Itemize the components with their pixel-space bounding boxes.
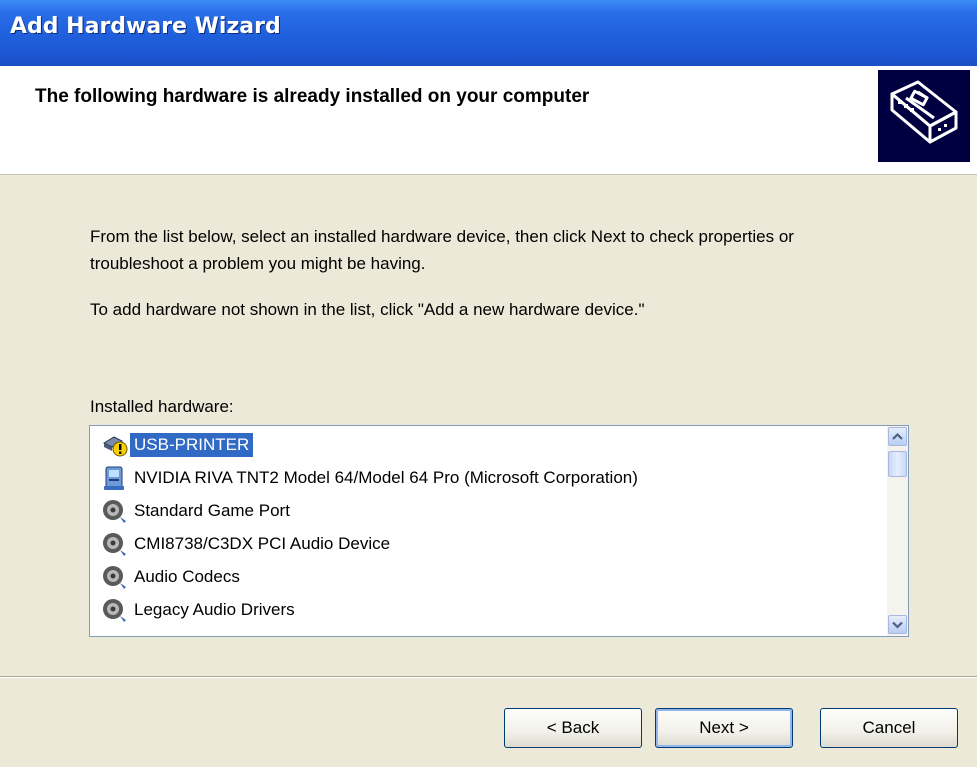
window-title: Add Hardware Wizard xyxy=(10,14,281,39)
chevron-up-icon xyxy=(892,432,903,440)
scroll-up-button[interactable] xyxy=(888,427,907,446)
list-item-audio-codecs[interactable]: Audio Codecs xyxy=(92,560,867,593)
wizard-header: The following hardware is already instal… xyxy=(0,66,977,175)
cancel-button[interactable]: Cancel xyxy=(820,708,958,748)
scroll-down-button[interactable] xyxy=(888,615,907,634)
sound-device-icon xyxy=(100,530,130,558)
list-item-label: Audio Codecs xyxy=(134,566,240,586)
installed-hardware-list[interactable]: USB-PRINTER NVIDIA RIVA TNT2 Model 64/Mo… xyxy=(89,425,909,637)
header-title: The following hardware is already instal… xyxy=(35,86,590,107)
instructions-paragraph-1: From the list below, select an installed… xyxy=(90,227,794,273)
next-button[interactable]: Next > xyxy=(655,708,793,748)
sound-device-icon xyxy=(100,596,130,624)
installed-hardware-label: Installed hardware: xyxy=(90,397,234,416)
list-item-cmi8738[interactable]: CMI8738/C3DX PCI Audio Device xyxy=(92,527,867,560)
list-item-label: Legacy Audio Drivers xyxy=(134,599,295,619)
list-item-label: NVIDIA RIVA TNT2 Model 64/Model 64 Pro (… xyxy=(134,467,638,487)
list-scrollbar[interactable] xyxy=(887,426,908,636)
back-button[interactable]: < Back xyxy=(504,708,642,748)
list-item-nvidia-riva[interactable]: NVIDIA RIVA TNT2 Model 64/Model 64 Pro (… xyxy=(92,461,867,494)
footer-separator xyxy=(0,676,977,678)
list-item-label: Standard Game Port xyxy=(134,500,290,520)
sound-device-icon xyxy=(100,563,130,591)
wizard-body: From the list below, select an installed… xyxy=(0,175,977,767)
printer-warning-icon xyxy=(100,431,130,459)
hardware-wizard-icon xyxy=(878,70,970,162)
list-item-standard-game-port[interactable]: Standard Game Port xyxy=(92,494,867,527)
sound-device-icon xyxy=(100,497,130,525)
title-bar[interactable]: Add Hardware Wizard xyxy=(0,0,977,66)
instructions-paragraph-2: To add hardware not shown in the list, c… xyxy=(90,300,645,319)
scroll-thumb[interactable] xyxy=(888,451,907,477)
list-item-label: CMI8738/C3DX PCI Audio Device xyxy=(134,533,391,553)
list-item-label: USB-PRINTER xyxy=(130,432,254,457)
list-item-usb-printer[interactable]: USB-PRINTER xyxy=(92,428,867,461)
chevron-down-icon xyxy=(892,621,903,629)
list-item-legacy-audio-drivers[interactable]: Legacy Audio Drivers xyxy=(92,593,867,626)
display-adapter-icon xyxy=(100,464,130,492)
